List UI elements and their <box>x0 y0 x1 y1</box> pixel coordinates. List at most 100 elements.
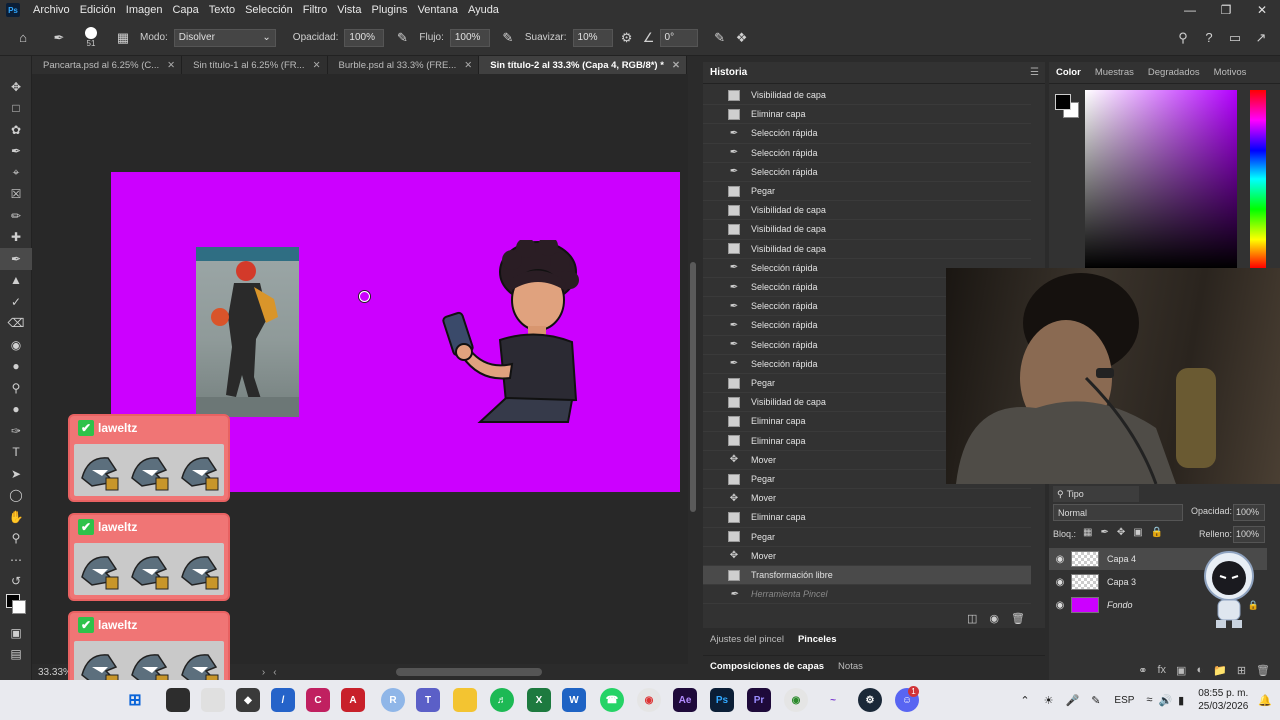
chevron-up-icon[interactable]: ⌃ <box>1020 694 1029 707</box>
share-icon[interactable]: ↗ <box>1250 27 1272 49</box>
zoom-level[interactable]: 33.33% <box>38 667 72 678</box>
tab-layer-comps[interactable]: Composiciones de capas <box>703 661 831 672</box>
swap-colors-icon[interactable]: ↺ <box>0 571 32 593</box>
lock-position-icon[interactable]: ✥ <box>1117 527 1125 538</box>
taskbar-app-icon[interactable] <box>201 688 225 712</box>
scroll-left-icon[interactable]: ‹ <box>273 667 276 678</box>
new-layer-icon[interactable]: ⊞ <box>1237 664 1246 677</box>
panel-menu-icon[interactable]: ☰ <box>1030 67 1039 78</box>
tab-pancarta[interactable]: Pancarta.psd al 6.25% (C... ✕ <box>32 56 183 74</box>
healing-brush-tool-icon[interactable]: ✚ <box>0 227 32 249</box>
trash-icon[interactable]: 🗑 <box>1011 612 1025 625</box>
tab-notes[interactable]: Notas <box>831 661 870 672</box>
taskbar-premiere-icon[interactable]: Pr <box>747 688 771 712</box>
symmetry-icon[interactable]: ❖ <box>731 27 753 49</box>
language-indicator[interactable]: ESP <box>1114 695 1134 706</box>
quick-selection-tool-icon[interactable]: ✒ <box>0 141 32 163</box>
link-layers-icon[interactable]: ⚭ <box>1138 664 1147 677</box>
history-state[interactable]: ✒ Herramienta Pincel <box>703 585 1031 605</box>
menu-filtro[interactable]: Filtro <box>298 4 332 16</box>
history-state[interactable]: ✥ Mover <box>703 547 1031 566</box>
tab-patterns[interactable]: Motivos <box>1207 67 1254 78</box>
dodge-tool-icon[interactable]: ⚲ <box>0 377 32 399</box>
tab-brushes[interactable]: Pinceles <box>791 634 844 645</box>
pressure-size-icon[interactable]: ✎ <box>709 27 731 49</box>
menu-vista[interactable]: Vista <box>332 4 366 16</box>
menu-ventana[interactable]: Ventana <box>413 4 463 16</box>
pressure-opacity-icon[interactable]: ✎ <box>391 27 413 49</box>
photoshop-logo-icon[interactable]: Ps <box>6 3 20 17</box>
taskbar-app-icon[interactable]: / <box>271 688 295 712</box>
layer-style-fx-icon[interactable]: fx <box>1157 664 1166 676</box>
paint-bucket-tool-icon[interactable]: ◉ <box>0 334 32 356</box>
hue-slider[interactable] <box>1250 90 1266 268</box>
crop-tool-icon[interactable]: ⌖ <box>0 162 32 184</box>
volume-icon[interactable]: 🔊 <box>1158 694 1172 707</box>
pen-tool-icon[interactable]: ✑ <box>0 420 32 442</box>
adjustment-layer-icon[interactable]: ◐ <box>1196 664 1203 676</box>
menu-ayuda[interactable]: Ayuda <box>463 4 504 16</box>
menu-archivo[interactable]: Archivo <box>28 4 75 16</box>
taskbar-steam-icon[interactable]: ⚙ <box>858 688 882 712</box>
history-state[interactable]: Transformación libre <box>703 566 1031 586</box>
taskbar-photoshop-icon[interactable]: Ps <box>710 688 734 712</box>
history-state[interactable]: Visibilidad de capa <box>703 86 1031 106</box>
taskbar-app-icon[interactable]: ~ <box>821 688 845 712</box>
taskbar-app-icon[interactable] <box>166 688 190 712</box>
close-icon[interactable]: ✕ <box>313 60 321 71</box>
taskbar-file-explorer-icon[interactable] <box>453 688 477 712</box>
airbrush-icon[interactable]: ✎ <box>497 27 519 49</box>
tab-sin-titulo-1[interactable]: Sin título-1 al 6.25% (FR... ✕ <box>182 56 328 74</box>
tab-swatches[interactable]: Muestras <box>1088 67 1141 78</box>
history-state[interactable]: Eliminar capa <box>703 105 1031 125</box>
history-state[interactable]: ✒ Selección rápida <box>703 144 1031 163</box>
close-icon[interactable]: ✕ <box>672 60 680 71</box>
add-mask-icon[interactable]: ▣ <box>1176 664 1186 677</box>
delete-layer-icon[interactable]: 🗑 <box>1256 664 1270 677</box>
tab-brush-settings[interactable]: Ajustes del pincel <box>703 634 791 645</box>
restore-button[interactable]: ❐ <box>1208 0 1244 20</box>
taskbar-chrome-icon[interactable]: ◉ <box>637 688 661 712</box>
history-state[interactable]: Pegar <box>703 182 1031 202</box>
taskbar-app-icon[interactable]: C <box>306 688 330 712</box>
color-picker-field[interactable] <box>1085 90 1237 268</box>
taskbar-chrome-profile-icon[interactable]: ◉ <box>784 688 808 712</box>
vertical-scrollbar-thumb[interactable] <box>690 262 696 512</box>
snapshot-camera-icon[interactable]: ◉ <box>989 612 999 625</box>
close-icon[interactable]: ✕ <box>464 60 472 71</box>
tray-app-icon[interactable]: ☀ <box>1044 694 1054 707</box>
marquee-tool-icon[interactable]: □ <box>0 98 32 120</box>
menu-capa[interactable]: Capa <box>167 4 203 16</box>
taskbar-after-effects-icon[interactable]: Ae <box>673 688 697 712</box>
clock[interactable]: 08:55 p. m. 25/03/2026 <box>1198 687 1248 713</box>
type-tool-icon[interactable]: T <box>0 442 32 464</box>
lock-transparency-icon[interactable]: ▦ <box>1083 527 1092 538</box>
menu-texto[interactable]: Texto <box>204 4 240 16</box>
screen-mode-icon[interactable]: ▤ <box>0 644 32 666</box>
search-icon[interactable]: ⚲ <box>1172 27 1194 49</box>
history-state[interactable]: Pegar <box>703 528 1031 547</box>
history-state[interactable]: Visibilidad de capa <box>703 201 1031 221</box>
more-tools-icon[interactable]: ⋯ <box>0 549 32 571</box>
taskbar-teams-icon[interactable]: T <box>416 688 440 712</box>
hand-tool-icon[interactable]: ✋ <box>0 506 32 528</box>
workspace-icon[interactable]: ▭ <box>1224 27 1246 49</box>
background-color-swatch[interactable] <box>12 600 26 614</box>
windows-start-icon[interactable]: ⊞ <box>123 688 147 712</box>
new-document-from-state-icon[interactable]: ◫ <box>967 612 977 625</box>
history-title[interactable]: Historia <box>710 67 747 78</box>
angle-input[interactable]: 0° <box>659 28 698 47</box>
blur-tool-icon[interactable]: ● <box>0 356 32 378</box>
sponge-tool-icon[interactable]: ● <box>0 399 32 421</box>
history-state[interactable]: ✒ Selección rápida <box>703 163 1031 182</box>
home-icon[interactable]: ⌂ <box>12 27 34 49</box>
color-swatches[interactable] <box>0 592 31 622</box>
frame-tool-icon[interactable]: ☒ <box>0 184 32 206</box>
taskbar-spotify-icon[interactable]: ♬ <box>490 688 514 712</box>
opacity-input[interactable]: 100% <box>344 28 385 47</box>
quick-mask-icon[interactable]: ▣ <box>0 622 32 644</box>
battery-icon[interactable]: ▮ <box>1178 694 1184 707</box>
tab-color[interactable]: Color <box>1049 67 1088 78</box>
eye-icon[interactable]: ◉ <box>1049 554 1071 565</box>
menu-seleccion[interactable]: Selección <box>240 4 298 16</box>
